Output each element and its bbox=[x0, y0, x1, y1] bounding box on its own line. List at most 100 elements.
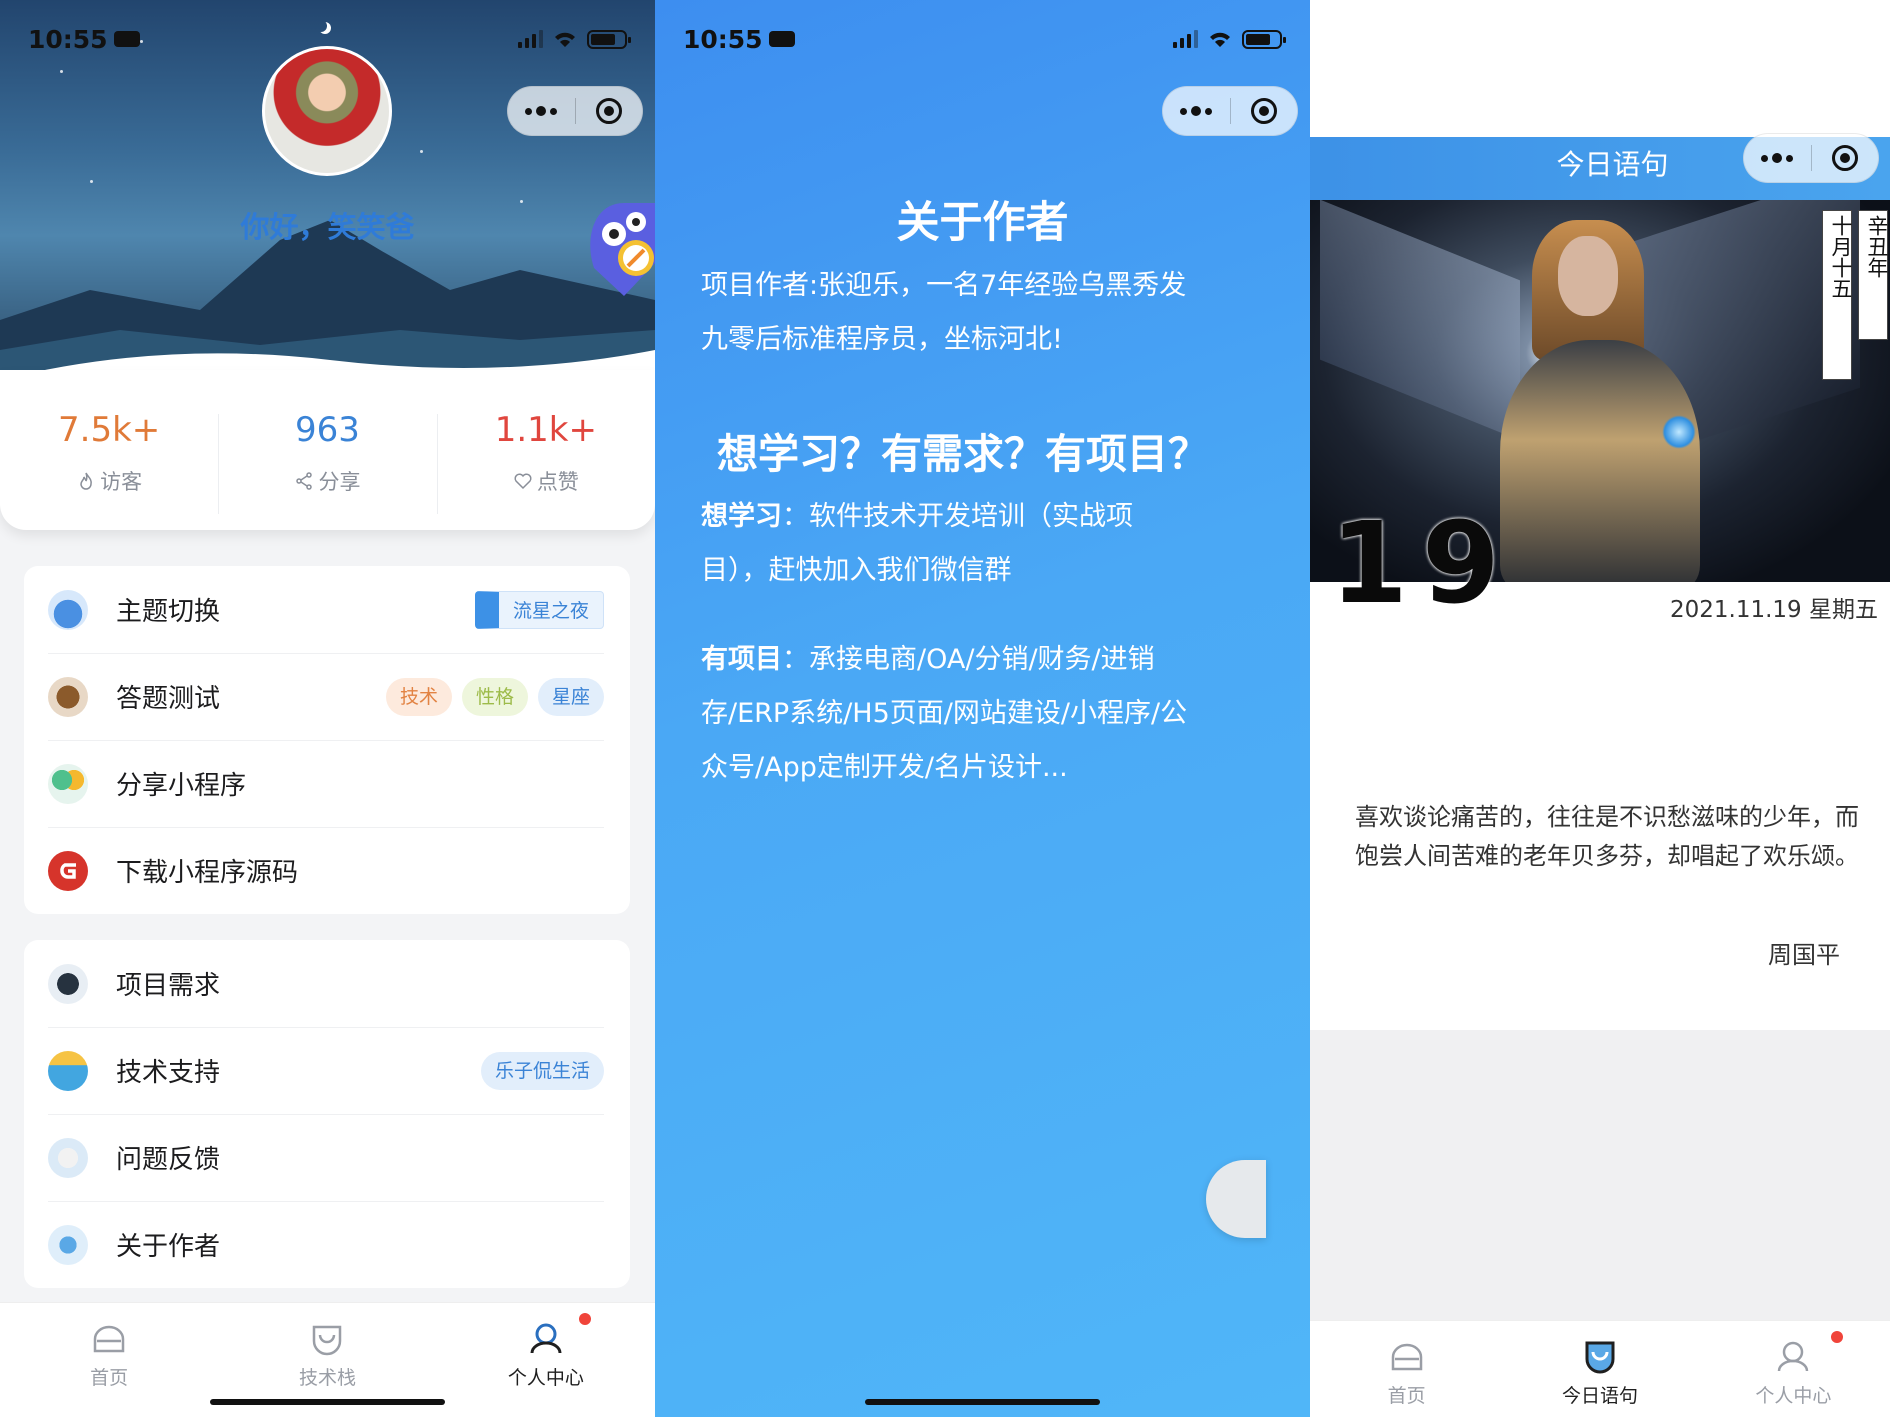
tag-zodiac[interactable]: 星座 bbox=[537, 677, 604, 716]
menu-item-tech-support[interactable]: 技术支持 乐子侃生活 bbox=[24, 1027, 630, 1114]
menu-item-download-source[interactable]: 下载小程序源码 bbox=[24, 827, 630, 914]
about-author-screen: 10:55 关于作者 项目作者:张迎乐，一名7年经验乌黑秀发 九零后标准程序员，… bbox=[655, 0, 1310, 1417]
profile-screen: 10:55 你好，笑笑爸 7.5k+ 访客 963 分享 1.1k+ 点赞 主题… bbox=[0, 0, 655, 1417]
menu-label: 主题切换 bbox=[116, 597, 221, 627]
learn-text-1: ：软件技术开发培训（实战项 bbox=[782, 501, 1133, 532]
menu-label: 答题测试 bbox=[116, 684, 221, 714]
share-label: 分享 bbox=[318, 470, 361, 494]
tab-label: 首页 bbox=[1387, 1385, 1426, 1407]
miniprogram-capsule bbox=[1743, 133, 1879, 183]
visitor-count: 7.5k+ bbox=[58, 410, 161, 450]
menu-item-about-author[interactable]: 关于作者 bbox=[24, 1201, 630, 1288]
battery-icon bbox=[587, 29, 631, 49]
avatar[interactable] bbox=[262, 46, 392, 176]
menu-item-theme-switch[interactable]: 主题切换 流星之夜 bbox=[24, 566, 630, 653]
user-icon bbox=[1778, 1341, 1809, 1372]
more-menu-button[interactable] bbox=[1163, 87, 1230, 135]
menu-label: 项目需求 bbox=[116, 971, 221, 1001]
menu-group-1: 主题切换 流星之夜 答题测试 技术 性格 星座 分享小程序 下载小程序源码 bbox=[24, 566, 630, 914]
theme-icon bbox=[48, 589, 88, 630]
menu-item-quiz[interactable]: 答题测试 技术 性格 星座 bbox=[24, 653, 630, 740]
project-text-1: ：承接电商/OA/分销/财务/进销 bbox=[782, 644, 1155, 675]
user-icon bbox=[530, 1323, 562, 1354]
home-indicator bbox=[210, 1399, 445, 1405]
floating-side-button[interactable] bbox=[1206, 1160, 1266, 1238]
learn-text-2: 目），赶快加入我们微信群 bbox=[701, 555, 1012, 586]
author-intro-line2: 九零后标准程序员，坐标河北! bbox=[701, 324, 1063, 355]
car-icon bbox=[113, 31, 140, 47]
miniprogram-capsule bbox=[1162, 86, 1298, 136]
tag-life[interactable]: 乐子侃生活 bbox=[480, 1051, 604, 1090]
tab-label: 技术栈 bbox=[298, 1367, 356, 1389]
menu-label: 技术支持 bbox=[116, 1058, 221, 1088]
close-miniprogram-button[interactable] bbox=[576, 87, 643, 135]
tab-home[interactable]: 首页 bbox=[1310, 1321, 1503, 1417]
tab-profile[interactable]: 个人中心 bbox=[437, 1303, 655, 1417]
share-stat[interactable]: 963 分享 bbox=[218, 404, 436, 514]
support-icon bbox=[48, 1050, 88, 1091]
notification-dot bbox=[578, 1313, 591, 1325]
wifi-icon bbox=[1210, 32, 1230, 47]
pocket-icon bbox=[313, 1325, 342, 1356]
notification-dot bbox=[1830, 1331, 1843, 1343]
menu-label: 关于作者 bbox=[116, 1232, 221, 1262]
fire-icon bbox=[80, 472, 93, 490]
status-bar: 10:55 bbox=[683, 22, 1286, 56]
share-icon bbox=[296, 472, 313, 490]
wifi-icon bbox=[555, 32, 575, 47]
mascot-icon[interactable] bbox=[584, 198, 655, 298]
quote-author: 周国平 bbox=[1768, 941, 1840, 969]
lunar-date: 十月十五 bbox=[1822, 210, 1853, 380]
menu-item-feedback[interactable]: 问题反馈 bbox=[24, 1114, 630, 1201]
tab-label: 今日语句 bbox=[1561, 1385, 1638, 1407]
project-label: 有项目 bbox=[701, 644, 782, 675]
tag-personality[interactable]: 性格 bbox=[461, 677, 528, 716]
car-icon bbox=[768, 31, 795, 47]
feedback-icon bbox=[48, 1137, 88, 1178]
tab-profile[interactable]: 个人中心 bbox=[1697, 1321, 1890, 1417]
stats-card: 7.5k+ 访客 963 分享 1.1k+ 点赞 bbox=[0, 370, 655, 530]
home-icon bbox=[93, 1325, 125, 1353]
author-intro-line1: 项目作者:张迎乐，一名7年经验乌黑秀发 bbox=[701, 270, 1187, 301]
tab-label: 个人中心 bbox=[1755, 1385, 1832, 1407]
greeting-text: 你好，笑笑爸 bbox=[240, 210, 415, 244]
home-icon bbox=[1391, 1343, 1422, 1371]
like-stat[interactable]: 1.1k+ 点赞 bbox=[436, 404, 655, 514]
chat-icon bbox=[48, 1224, 88, 1265]
close-miniprogram-button[interactable] bbox=[1231, 87, 1298, 135]
tab-label: 首页 bbox=[90, 1367, 129, 1389]
tab-label: 个人中心 bbox=[507, 1367, 584, 1389]
tag-tech[interactable]: 技术 bbox=[385, 677, 452, 716]
battery-icon bbox=[1242, 29, 1286, 49]
tab-home[interactable]: 首页 bbox=[0, 1303, 218, 1417]
tab-bar: 首页 今日语句 个人中心 bbox=[1310, 1320, 1890, 1417]
close-miniprogram-button[interactable] bbox=[1812, 134, 1879, 182]
share-miniprogram-icon bbox=[48, 763, 88, 804]
top-blank-area bbox=[1310, 0, 1890, 137]
quote-text: 喜欢谈论痛苦的，往往是不识愁滋味的少年，而饱尝人间苦难的老年贝多芬，却唱起了欢乐… bbox=[1355, 803, 1859, 870]
menu-label: 问题反馈 bbox=[116, 1145, 221, 1175]
more-menu-button[interactable] bbox=[508, 87, 575, 135]
clock: 10:55 bbox=[28, 24, 108, 54]
menu-item-project-requirements[interactable]: 项目需求 bbox=[24, 940, 630, 1027]
theme-tag[interactable]: 流星之夜 bbox=[474, 590, 604, 629]
book-icon bbox=[48, 676, 88, 717]
blank-area bbox=[1310, 1030, 1890, 1320]
more-menu-button[interactable] bbox=[1744, 134, 1811, 182]
home-indicator bbox=[865, 1399, 1100, 1405]
miniprogram-capsule bbox=[507, 86, 643, 136]
pocket-icon bbox=[1585, 1341, 1615, 1374]
heart-icon bbox=[514, 473, 532, 490]
tab-daily-quote[interactable]: 今日语句 bbox=[1503, 1321, 1696, 1417]
lunar-date-text: 十月十五 bbox=[1829, 215, 1853, 299]
gitee-icon bbox=[48, 850, 88, 891]
day-number: 19 bbox=[1330, 499, 1514, 629]
menu-group-2: 项目需求 技术支持 乐子侃生活 问题反馈 关于作者 bbox=[24, 940, 630, 1288]
laptop-icon bbox=[48, 963, 88, 1004]
daily-quote-screen: 今日语句 十月十五 辛丑年 19 2021.11.19 星期五 喜欢谈论痛苦的，… bbox=[1310, 0, 1890, 1417]
lunar-year-text: 辛丑年 bbox=[1865, 215, 1889, 278]
menu-item-share-miniprogram[interactable]: 分享小程序 bbox=[24, 740, 630, 827]
visitor-stat[interactable]: 7.5k+ 访客 bbox=[0, 404, 218, 496]
clock: 10:55 bbox=[683, 24, 763, 54]
signal-icon bbox=[1173, 30, 1198, 48]
